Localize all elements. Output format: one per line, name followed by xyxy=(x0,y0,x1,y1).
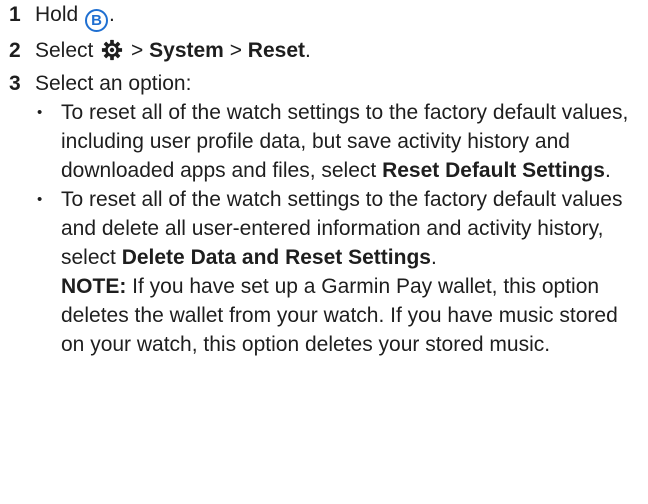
step-suffix: . xyxy=(305,39,311,62)
note-text: If you have set up a Garmin Pay wallet, … xyxy=(61,275,618,356)
step-suffix: . xyxy=(109,3,115,26)
bullet: • xyxy=(37,191,43,208)
instructions-document: 1 Hold B. 2 Select > System > Reset. 3 S… xyxy=(7,0,642,359)
step-1: 1 Hold B. xyxy=(7,0,642,32)
option-suffix: . xyxy=(430,246,437,269)
step-number: 2 xyxy=(9,39,21,62)
option-text: To reset all of the watch settings to th… xyxy=(61,185,646,359)
option-text: To reset all of the watch settings to th… xyxy=(61,98,646,185)
option-delete-data-reset-settings: Delete Data and Reset Settings xyxy=(121,246,431,269)
step-body: Select an option: • To reset all of the … xyxy=(35,69,646,359)
step-2: 2 Select > System > Reset. xyxy=(7,36,642,65)
step-body: Select > System > Reset. xyxy=(35,36,642,65)
b-button-icon: B xyxy=(85,9,109,32)
step-body: Hold B. xyxy=(35,0,642,32)
option-item: • To reset all of the watch settings to … xyxy=(35,185,646,359)
bullet: • xyxy=(37,104,43,121)
option-list: • To reset all of the watch settings to … xyxy=(35,98,646,359)
step-3: 3 Select an option: • To reset all of th… xyxy=(7,69,642,359)
step-text: Select an option: xyxy=(35,72,192,95)
menu-reset: Reset xyxy=(247,39,305,62)
gear-icon xyxy=(102,39,123,61)
step-text: Select xyxy=(35,39,100,62)
option-reset-default-settings: Reset Default Settings xyxy=(382,159,605,182)
option-item: • To reset all of the watch settings to … xyxy=(35,98,646,185)
step-number: 1 xyxy=(9,3,21,26)
option-suffix: . xyxy=(604,159,611,182)
note-label: NOTE: xyxy=(61,275,127,298)
path-separator: > xyxy=(125,39,150,62)
step-text: Hold xyxy=(35,3,85,26)
step-number: 3 xyxy=(9,72,21,95)
menu-system: System xyxy=(149,39,224,62)
path-separator: > xyxy=(223,39,248,62)
